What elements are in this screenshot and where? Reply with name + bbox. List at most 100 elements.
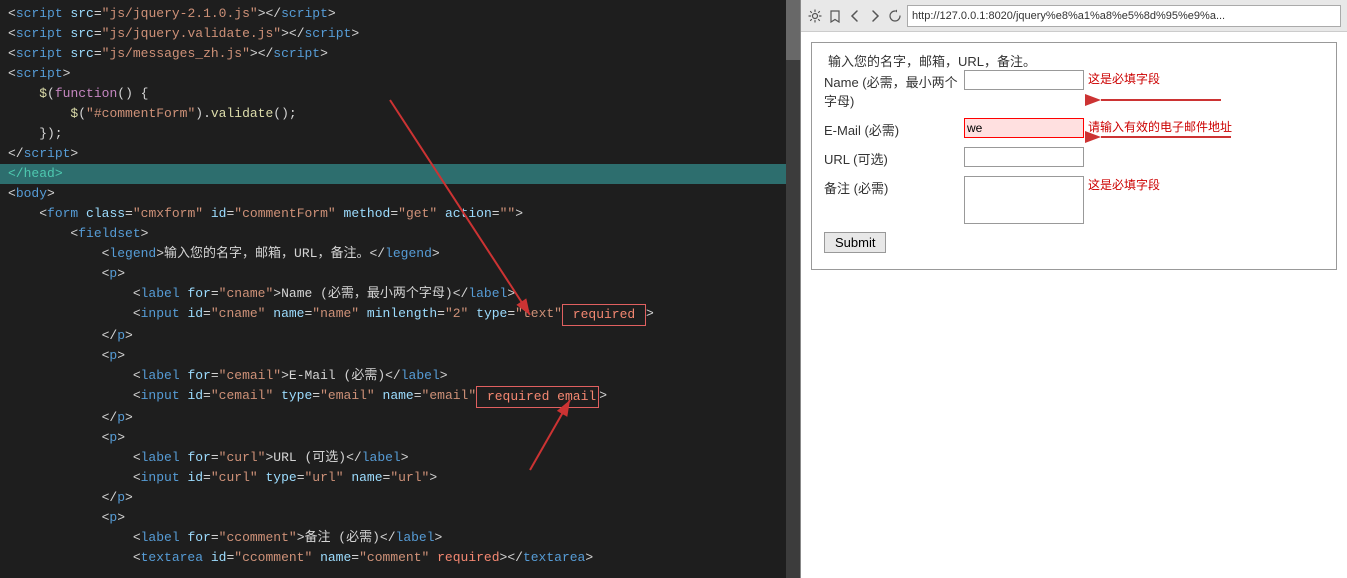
code-text: label [401,366,440,386]
forward-button[interactable] [867,8,883,24]
code-text: > [55,164,63,184]
code-text: fieldset [78,224,140,244]
code-text: > [117,264,125,284]
code-text: label [468,284,507,304]
code-text: "js/messages_zh.js" [102,44,250,64]
code-text: p [117,488,125,508]
code-line: <script src="js/jquery.validate.js"></sc… [0,24,800,44]
browser-panel: http://127.0.0.1:8020/jquery%e8%a1%a8%e5… [800,0,1347,578]
code-text: > [63,64,71,84]
code-text: p [109,264,117,284]
code-text: ( [47,84,55,104]
code-text: ></ [281,24,304,44]
code-text: < [8,244,109,264]
code-text: name [312,548,351,568]
code-text: "comment" [359,548,429,568]
url-input[interactable] [964,147,1084,167]
code-line: <input id="curl" type="url" name="url"> [0,468,800,488]
code-text: < [8,366,141,386]
code-line-email-required: <input id="cemail" type="email" name="em… [0,386,800,408]
comment-error-msg: 这是必填字段 [1088,176,1160,193]
editor-scrollbar-thumb[interactable] [786,0,800,60]
url-label: URL (可选) [824,147,964,168]
code-text: "cmxform" [133,204,203,224]
email-input[interactable] [964,118,1084,138]
code-text: textarea [523,548,585,568]
code-text: p [109,346,117,366]
code-text: < [8,204,47,224]
bookmark-icon[interactable] [827,8,843,24]
code-text: "#commentForm" [86,104,195,124]
code-text: "ccomment" [234,548,312,568]
code-line: $(function() { [0,84,800,104]
editor-scrollbar[interactable] [786,0,800,578]
code-text: method [336,204,391,224]
code-text: 备注 (必需) [305,528,380,548]
comment-textarea[interactable] [964,176,1084,224]
code-text: name [344,468,383,488]
code-text: < [8,428,109,448]
address-bar[interactable]: http://127.0.0.1:8020/jquery%e8%a1%a8%e5… [907,5,1341,27]
code-text: URL (可选) [273,448,346,468]
code-text: script [281,4,328,24]
code-text: label [396,528,435,548]
submit-button[interactable]: Submit [824,232,886,253]
code-text: ( [78,104,86,124]
code-text: </ [8,488,117,508]
code-text: function [55,84,117,104]
code-text: < [8,64,16,84]
code-text: < [8,528,141,548]
code-text: class [78,204,125,224]
code-line: }); [0,124,800,144]
code-text: validate [211,104,273,124]
code-text: name [265,304,304,324]
code-text: input [141,386,180,406]
code-text: < [8,284,141,304]
code-text: > [320,44,328,64]
code-line: <label for="cemail">E-Mail (必需)</label> [0,366,800,386]
code-line: $("#commentForm").validate(); [0,104,800,124]
reload-button[interactable] [887,8,903,24]
code-text: "cemail" [211,386,273,406]
code-line: <form class="cmxform" id="commentForm" m… [0,204,800,224]
code-text: < [8,304,141,324]
code-text: "get" [398,204,437,224]
code-text: for [180,448,211,468]
code-text: "ccomment" [219,528,297,548]
code-text: src [63,24,94,44]
code-text: ></ [250,44,273,64]
back-button[interactable] [847,8,863,24]
code-text: < [8,184,16,204]
code-text: > [70,144,78,164]
settings-icon[interactable] [807,8,823,24]
code-text: = [94,24,102,44]
code-text: for [180,528,211,548]
code-line: <p> [0,346,800,366]
comment-label: 备注 (必需) [824,176,964,197]
code-line: <script> [0,64,800,84]
code-line: <p> [0,428,800,448]
code-text: "name" [312,304,359,324]
code-text: > [351,24,359,44]
code-line-required: <input id="cname" name="name" minlength=… [0,304,800,326]
code-text: input [141,468,180,488]
code-text: script [16,4,63,24]
code-text: id [180,468,203,488]
code-text: p [117,326,125,346]
code-text: script [16,64,63,84]
form-row-email: E-Mail (必需) 请输入有效的电子邮件地址 [824,118,1324,139]
code-text: script [273,44,320,64]
code-text: 输入您的名字，邮箱，URL，备注。 [164,244,369,264]
email-error-msg: 请输入有效的电子邮件地址 [1088,118,1232,135]
form-row-name: Name (必需，最小两个字母) 这是必填字段 [824,70,1324,110]
code-text: body [16,184,47,204]
code-text: textarea [141,548,203,568]
code-text: </ [8,164,24,184]
code-text: p [109,428,117,448]
code-text: type [258,468,297,488]
code-text: = [94,4,102,24]
code-text: < [8,4,16,24]
name-input[interactable] [964,70,1084,90]
code-text: name [375,386,414,406]
code-text: < [8,508,109,528]
